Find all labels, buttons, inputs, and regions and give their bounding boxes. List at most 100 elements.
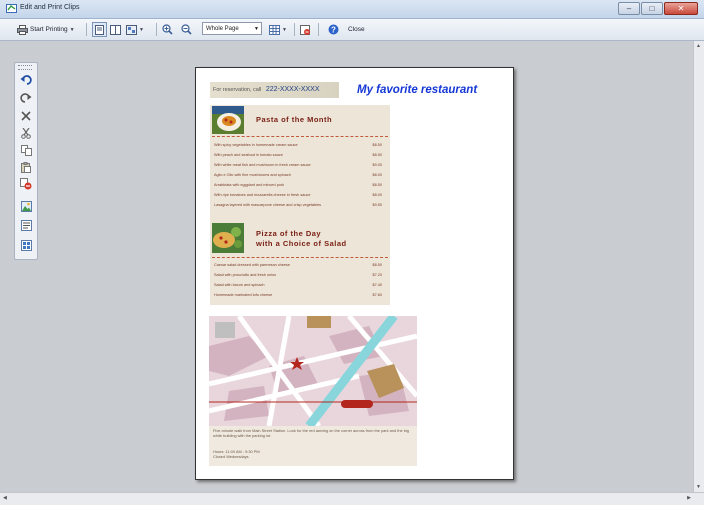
menu-row-name: With ripe tomatoes and mozzarella cheese… (214, 193, 311, 197)
menu-row-price: $7.60 (372, 293, 382, 297)
menu-row-price: $8.50 (372, 143, 382, 147)
undo-button[interactable] (19, 73, 33, 87)
title-bar: Edit and Print Clips – □ ✕ (0, 0, 704, 19)
scroll-right-icon[interactable]: ▶ (687, 495, 691, 501)
page-view-button[interactable] (92, 22, 107, 37)
reservation-phone: 222-XXXX-XXXX (265, 86, 320, 93)
hours-text: Hours: 11:00 AM - 9:30 PM Closed Wednesd… (213, 449, 260, 459)
toolbar-separator (86, 23, 87, 36)
menu-row-name: Lasagna layered with mascarpone cheese a… (214, 203, 322, 207)
add-text-button[interactable] (19, 218, 33, 232)
delete-button[interactable] (19, 109, 33, 123)
menu-row-price: $9.50 (372, 203, 382, 207)
add-image-icon (20, 200, 32, 212)
help-button[interactable]: ? (328, 22, 339, 37)
divider (212, 136, 388, 137)
chevron-down-icon: ▼ (69, 26, 75, 33)
delete-all-button[interactable] (19, 177, 33, 191)
toolbar-separator (156, 23, 157, 36)
svg-text:?: ? (331, 25, 336, 34)
menu-clip[interactable]: Pasta of the Month With spicy vegetables… (210, 105, 390, 305)
menu-row: With ripe tomatoes and mozzarella cheese… (214, 190, 386, 200)
scroll-up-icon[interactable]: ▲ (696, 43, 701, 49)
close-icon: ✕ (677, 4, 685, 13)
grid-button[interactable]: ▼ (269, 22, 287, 37)
menu-row: With white meat fish and mushroom in fre… (214, 160, 386, 170)
paste-icon (21, 161, 31, 173)
chevron-down-icon: ▼ (254, 26, 259, 32)
close-button[interactable]: Close (348, 22, 365, 37)
arrange-icon (20, 239, 32, 251)
close-window-button[interactable]: ✕ (664, 2, 698, 15)
two-page-view-icon (110, 24, 121, 35)
zoom-out-button[interactable] (181, 22, 192, 37)
delete-all-icon (20, 178, 32, 190)
pizza-section-title: Pizza of the Day (256, 229, 322, 238)
delete-clip-button[interactable] (300, 22, 311, 37)
menu-row: Homemade marinated tofu cheese $7.60 (214, 290, 386, 300)
menu-row-name: Homemade marinated tofu cheese (214, 293, 273, 297)
cut-button[interactable] (19, 126, 33, 140)
palette-grip[interactable] (18, 65, 32, 70)
menu-row-name: With peach and seafood in tomato sauce (214, 153, 283, 157)
horizontal-scrollbar[interactable]: ◀ ▶ (0, 492, 704, 505)
page-view-icon (95, 24, 104, 35)
toolbar-separator (294, 23, 295, 36)
menu-row-name: Aglio e Olio with fine mushrooms and spi… (214, 173, 291, 177)
scroll-down-icon[interactable]: ▼ (696, 484, 701, 490)
menu-row-price: $8.00 (372, 193, 382, 197)
window-title: Edit and Print Clips (20, 4, 80, 11)
paste-button[interactable] (19, 160, 33, 174)
menu-row: With spicy vegetables in homemade cream … (214, 140, 386, 150)
delete-icon (21, 111, 31, 121)
maximize-button[interactable]: □ (641, 2, 663, 15)
map-note: Five-minute walk from Main Street Statio… (213, 428, 409, 438)
add-image-button[interactable] (19, 199, 33, 213)
redo-button[interactable] (19, 91, 33, 105)
pasta-photo (212, 106, 244, 134)
menu-row: Lasagna layered with mascarpone cheese a… (214, 200, 386, 210)
menu-row-name: Caesar salad dressed with parmesan chees… (214, 263, 290, 267)
reservation-text: For reservation, call (213, 87, 262, 93)
minimize-button[interactable]: – (618, 2, 640, 15)
menu-row-price: $8.50 (372, 263, 382, 267)
scroll-left-icon[interactable]: ◀ (3, 495, 7, 501)
menu-row: Arrabbiata with eggplant and minced pork… (214, 180, 386, 190)
chevron-down-icon: ▼ (139, 26, 144, 33)
help-icon: ? (328, 24, 339, 35)
copy-icon (20, 144, 32, 156)
zoom-select[interactable]: Whole Page ▼ (202, 22, 262, 35)
minimize-icon: – (626, 4, 632, 13)
start-printing-label: Start Printing (30, 26, 68, 33)
layout-button[interactable]: ▼ (126, 22, 144, 37)
menu-row: With peach and seafood in tomato sauce $8… (214, 150, 386, 160)
layout-icon (126, 24, 137, 35)
copy-button[interactable] (19, 143, 33, 157)
delete-clip-icon (300, 24, 310, 35)
redo-icon (20, 93, 32, 103)
arrange-button[interactable] (19, 238, 33, 252)
headline-text[interactable]: My favorite restaurant (357, 84, 477, 96)
menu-row: Caesar salad dressed with parmesan chees… (214, 260, 386, 270)
menu-row-price: $9.00 (372, 163, 382, 167)
two-page-view-button[interactable] (110, 22, 121, 37)
zoom-in-icon (162, 24, 173, 35)
map-clip[interactable]: Five-minute walk from Main Street Statio… (209, 316, 417, 466)
zoom-select-value: Whole Page (206, 26, 239, 32)
menu-row-name: Salad with prosciutto and fresh onion (214, 273, 277, 277)
pasta-section-title: Pasta of the Month (256, 115, 333, 124)
start-printing-button[interactable]: Start Printing ▼ (17, 22, 75, 37)
grid-icon (269, 24, 280, 35)
vertical-scrollbar[interactable]: ▲ ▼ (693, 41, 704, 492)
zoom-in-button[interactable] (162, 22, 173, 37)
divider (212, 257, 388, 258)
cut-icon (21, 127, 31, 139)
toolbar: Start Printing ▼ ▼ Whole Page ▼ ▼ ? Clos… (0, 19, 704, 41)
menu-row-price: $7.40 (372, 283, 382, 287)
add-text-icon (20, 219, 32, 231)
map-image (209, 316, 417, 426)
pizza-section-subtitle: with a Choice of Salad (256, 239, 347, 248)
menu-row-price: $8.50 (372, 183, 382, 187)
print-page: For reservation, call 222-XXXX-XXXX My f… (195, 67, 514, 480)
reservation-clip[interactable]: For reservation, call 222-XXXX-XXXX (210, 82, 339, 98)
